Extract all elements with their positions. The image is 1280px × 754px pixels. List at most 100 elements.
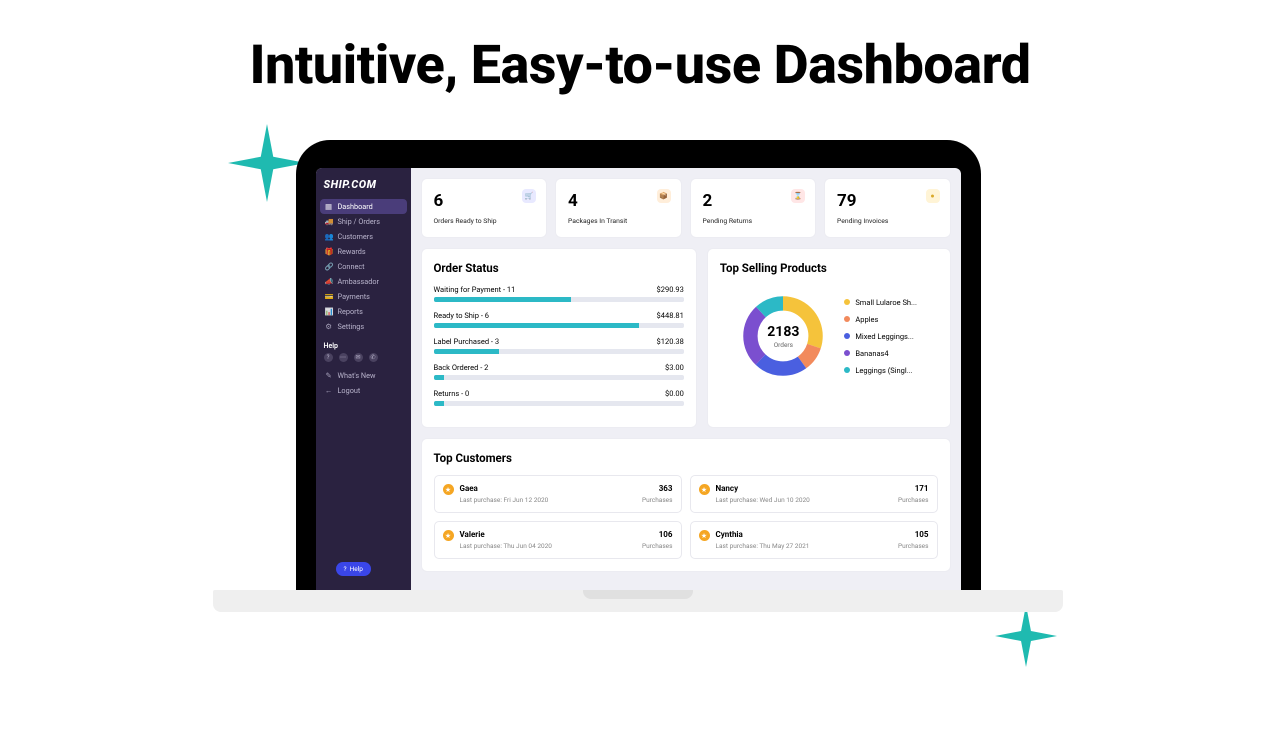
stat-value: 6 — [434, 191, 535, 211]
sidebar-item-whats-new[interactable]: ✎ What's New — [320, 368, 407, 383]
dot-icon — [844, 299, 850, 305]
dot-icon — [844, 316, 850, 322]
hourglass-icon: ⌛ — [791, 189, 805, 203]
panel-title: Top Customers — [434, 451, 938, 465]
stat-card-pending-invoices[interactable]: ● 79 Pending Invoices — [824, 178, 951, 238]
stat-card-packages-transit[interactable]: 📦 4 Packages In Transit — [555, 178, 682, 238]
customer-name: Valerie — [460, 530, 552, 539]
customer-last-purchase: Last purchase: Fri Jun 12 2020 — [460, 496, 549, 504]
megaphone-icon: 📣 — [325, 277, 333, 286]
stat-value: 4 — [568, 191, 669, 211]
legend-label: Apples — [855, 315, 878, 324]
sidebar-item-ship-orders[interactable]: 🚚Ship / Orders — [320, 214, 407, 229]
panel-title: Order Status — [434, 261, 684, 275]
customer-card[interactable]: ★ Gaea Last purchase: Fri Jun 12 2020 36… — [434, 475, 682, 513]
gear-icon: ⚙ — [325, 322, 333, 331]
progress-bar — [434, 375, 684, 380]
stat-card-orders-ready[interactable]: 🛒 6 Orders Ready to Ship — [421, 178, 548, 238]
status-label: Waiting for Payment - 11 — [434, 285, 516, 294]
purchase-count: 363 — [642, 484, 673, 493]
legend-item: Leggings (Singl... — [844, 366, 917, 375]
sidebar-item-customers[interactable]: 👥 Customers — [320, 229, 407, 244]
customer-last-purchase: Last purchase: Thu Jun 04 2020 — [460, 542, 552, 550]
legend-item: Small Lularoe Sh... — [844, 298, 917, 307]
help-icon-row: ? ⋯ ✉ ✆ — [316, 353, 411, 362]
coin-icon: ● — [926, 189, 940, 203]
sidebar-item-label: Customers — [338, 232, 374, 241]
status-label: Back Ordered - 2 — [434, 363, 489, 372]
purchase-count-label: Purchases — [642, 542, 673, 550]
purchase-count: 171 — [898, 484, 929, 493]
truck-icon: 🚚 — [325, 217, 333, 226]
sidebar-item-label: Dashboard — [338, 202, 373, 211]
sidebar-item-dashboard[interactable]: ▦Dashboard — [320, 199, 407, 214]
logout-icon: ← — [325, 386, 333, 395]
laptop-base — [213, 590, 1063, 612]
sidebar-item-label: What's New — [338, 371, 376, 380]
progress-bar — [434, 323, 684, 328]
stat-label: Pending Returns — [703, 217, 804, 225]
sidebar-item-label: Ambassador — [338, 277, 379, 286]
sidebar-item-rewards[interactable]: 🎁 Rewards — [320, 244, 407, 259]
status-label: Label Purchased - 3 — [434, 337, 500, 346]
phone-icon[interactable]: ✆ — [369, 353, 378, 362]
sparkle-icon — [995, 605, 1057, 667]
logo: SHIP.COM — [316, 176, 411, 199]
status-amount: $120.38 — [657, 337, 684, 346]
chart-legend: Small Lularoe Sh... Apples Mixed Leggings.… — [844, 298, 917, 375]
customer-last-purchase: Last purchase: Wed Jun 10 2020 — [716, 496, 810, 504]
stat-label: Packages In Transit — [568, 217, 669, 225]
legend-item: Apples — [844, 315, 917, 324]
sidebar-item-label: Payments — [338, 292, 370, 301]
status-amount: $290.93 — [657, 285, 684, 294]
stat-value: 79 — [837, 191, 938, 211]
sidebar-item-payments[interactable]: 💳Payments — [320, 289, 407, 304]
customer-name: Nancy — [716, 484, 810, 493]
star-icon: ★ — [443, 530, 454, 541]
edit-icon: ✎ — [325, 371, 333, 380]
sidebar-item-label: Reports — [338, 307, 363, 316]
sidebar-item-logout[interactable]: ←Logout — [320, 383, 407, 398]
donut-total-label: Orders — [774, 341, 793, 349]
app-screen: SHIP.COM ▦Dashboard 🚚Ship / Orders 👥 Cust… — [316, 168, 961, 590]
sidebar-item-ambassador[interactable]: 📣 Ambassador — [320, 274, 407, 289]
status-row: Ready to Ship - 6 $448.81 — [434, 311, 684, 328]
dot-icon — [844, 333, 850, 339]
customer-card[interactable]: ★ Nancy Last purchase: Wed Jun 10 2020 1… — [690, 475, 938, 513]
purchase-count: 106 — [642, 530, 673, 539]
sidebar-item-label: Connect — [338, 262, 365, 271]
sidebar-item-label: Settings — [338, 322, 365, 331]
customer-name: Gaea — [460, 484, 549, 493]
customer-card[interactable]: ★ Cynthia Last purchase: Thu May 27 2021… — [690, 521, 938, 559]
purchase-count-label: Purchases — [642, 496, 673, 504]
sidebar-item-reports[interactable]: 📊Reports — [320, 304, 407, 319]
gift-icon: 🎁 — [325, 247, 333, 256]
users-icon: 👥 — [325, 232, 333, 241]
help-circle-icon: ? — [344, 565, 347, 573]
sidebar: SHIP.COM ▦Dashboard 🚚Ship / Orders 👥 Cust… — [316, 168, 411, 590]
status-amount: $3.00 — [665, 363, 684, 372]
stat-card-pending-returns[interactable]: ⌛ 2 Pending Returns — [690, 178, 817, 238]
donut-total: 2183 — [767, 324, 799, 340]
link-icon: 🔗 — [325, 262, 333, 271]
donut-chart: 2183 Orders — [740, 293, 826, 379]
status-row: Label Purchased - 3 $120.38 — [434, 337, 684, 354]
sidebar-item-settings[interactable]: ⚙ Settings — [320, 319, 407, 334]
star-icon: ★ — [699, 484, 710, 495]
status-label: Ready to Ship - 6 — [434, 311, 489, 320]
legend-label: Mixed Leggings... — [855, 332, 914, 341]
customer-card[interactable]: ★ Valerie Last purchase: Thu Jun 04 2020… — [434, 521, 682, 559]
status-row: Back Ordered - 2 $3.00 — [434, 363, 684, 380]
stats-row: 🛒 6 Orders Ready to Ship 📦 4 Packages In… — [421, 178, 951, 238]
mail-icon[interactable]: ✉ — [354, 353, 363, 362]
status-amount: $0.00 — [665, 389, 684, 398]
help-circle-icon[interactable]: ? — [324, 353, 333, 362]
order-status-panel: Order Status Waiting for Payment - 11 $2… — [421, 248, 697, 428]
sidebar-nav: ▦Dashboard 🚚Ship / Orders 👥 Customers 🎁 Re… — [316, 199, 411, 334]
dot-icon — [844, 350, 850, 356]
status-label: Returns - 0 — [434, 389, 470, 398]
sidebar-item-connect[interactable]: 🔗 Connect — [320, 259, 407, 274]
chat-icon[interactable]: ⋯ — [339, 353, 348, 362]
help-button[interactable]: ?Help — [336, 562, 371, 576]
sidebar-item-label: Rewards — [338, 247, 366, 256]
